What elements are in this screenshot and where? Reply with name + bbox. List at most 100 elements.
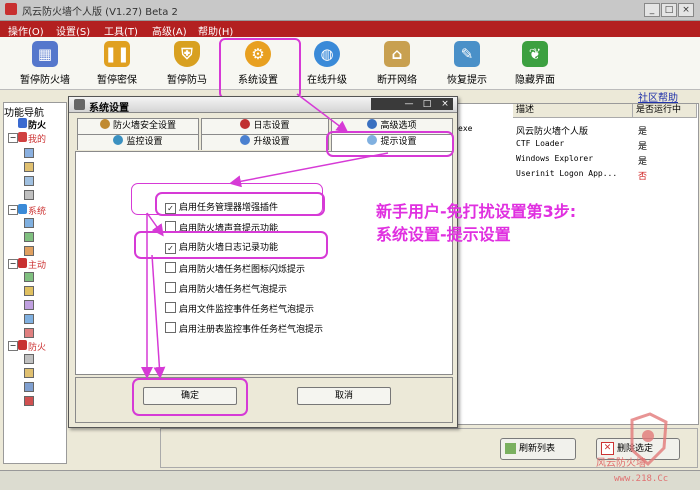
- checkbox-unchecked[interactable]: [165, 282, 176, 293]
- nav-node-active[interactable]: 主动: [28, 258, 46, 271]
- watermark-text: 风云防火墙: [596, 458, 646, 469]
- nav-leaf-icon[interactable]: [24, 246, 34, 256]
- list-cell-running: 是: [638, 127, 648, 137]
- app-logo-icon: [5, 3, 17, 15]
- nav-leaf-icon[interactable]: [24, 218, 34, 228]
- nav-leaf-icon[interactable]: [24, 176, 34, 186]
- pause-password-button[interactable]: ❚❚ 暂停密保: [82, 41, 152, 87]
- nav-node-system[interactable]: 系统: [28, 204, 46, 217]
- menu-tools[interactable]: 工具(T): [104, 23, 138, 38]
- tab-upgrade-settings[interactable]: 升级设置: [201, 134, 329, 150]
- hide-interface-button[interactable]: ❦ 隐藏界面: [500, 41, 570, 87]
- nav-node-icon: [18, 340, 27, 350]
- nav-leaf-icon[interactable]: [24, 162, 34, 172]
- dialog-maximize-button[interactable]: □: [419, 98, 435, 110]
- annotation-line-1: 新手用户-免打扰设置第3步:: [376, 202, 577, 221]
- restore-icon: ✎: [454, 41, 480, 67]
- title-bar: 风云防火墙个人版 (V1.27) Beta 2 _ □ ×: [0, 0, 700, 21]
- checkbox-unchecked[interactable]: [165, 262, 176, 273]
- status-bar: [0, 470, 700, 490]
- nav-title: 功能导航: [4, 108, 44, 119]
- nav-node-icon: [18, 258, 27, 268]
- list-cell-running: 否: [638, 172, 648, 182]
- column-header-running[interactable]: 是否运行中: [633, 104, 697, 118]
- option-tray-balloon[interactable]: 启用防火墙任务栏气泡提示: [165, 282, 287, 295]
- menu-advanced[interactable]: 高级(A): [152, 23, 187, 38]
- window-title: 风云防火墙个人版 (V1.27) Beta 2: [22, 7, 178, 18]
- nav-leaf-icon[interactable]: [24, 148, 34, 158]
- nav-leaf-icon[interactable]: [24, 328, 34, 338]
- community-help-link[interactable]: 社区帮助: [638, 89, 678, 104]
- tab-icon: [99, 119, 110, 129]
- refresh-icon: [505, 443, 516, 454]
- online-upgrade-button[interactable]: ◍ 在线升级: [292, 41, 362, 87]
- tab-firewall-security[interactable]: 防火墙安全设置: [77, 118, 199, 134]
- list-cell-file: exe: [458, 124, 473, 133]
- menu-operate[interactable]: 操作(O): [8, 23, 44, 38]
- nav-leaf-icon[interactable]: [24, 396, 34, 406]
- tab-icon: [240, 119, 251, 129]
- nav-leaf-icon[interactable]: [24, 354, 34, 364]
- nav-leaf-icon[interactable]: [24, 286, 34, 296]
- option-registry-monitor-balloon[interactable]: 启用注册表监控事件任务栏气泡提示: [165, 322, 323, 335]
- leaf-icon: ❦: [522, 41, 548, 67]
- option-file-monitor-balloon[interactable]: 启用文件监控事件任务栏气泡提示: [165, 302, 314, 315]
- prompt-settings-highlight: [326, 131, 454, 157]
- option-tray-icon-flash[interactable]: 启用防火墙任务栏图标闪烁提示: [165, 262, 305, 275]
- watermark-url: www.218.Cc: [614, 474, 669, 484]
- globe-icon: ◍: [314, 41, 340, 67]
- network-icon: ⌂: [384, 41, 410, 67]
- nav-leaf-icon[interactable]: [24, 190, 34, 200]
- column-header-description[interactable]: 描述: [513, 104, 633, 118]
- shield-icon: ⛨: [174, 41, 200, 67]
- tutorial-annotation: 新手用户-免打扰设置第3步: 系统设置-提示设置: [376, 200, 576, 246]
- nav-panel: [3, 102, 67, 464]
- tab-icon: [113, 135, 124, 145]
- dialog-minimize-button[interactable]: —: [401, 98, 417, 110]
- list-cell-desc: Userinit Logon App...: [516, 169, 618, 178]
- toolbar: ▦ 暂停防火墙 ❚❚ 暂停密保 ⛨ 暂停防马 ⚙ 系统设置 ◍ 在线升级 ⌂ 断…: [0, 37, 700, 90]
- close-button[interactable]: ×: [678, 3, 694, 17]
- nav-node-firewall[interactable]: 防火: [28, 118, 46, 131]
- tree-expand-icon[interactable]: −: [8, 341, 18, 351]
- minimize-button[interactable]: _: [644, 3, 660, 17]
- nav-node-mine[interactable]: 我的: [28, 132, 46, 145]
- tree-expand-icon[interactable]: −: [8, 259, 18, 269]
- nav-leaf-icon[interactable]: [24, 232, 34, 242]
- restore-tips-button[interactable]: ✎ 恢复提示: [432, 41, 502, 87]
- tab-log-settings[interactable]: 日志设置: [201, 118, 329, 134]
- menu-settings[interactable]: 设置(S): [56, 23, 90, 38]
- nav-leaf-icon[interactable]: [24, 314, 34, 324]
- dialog-title: 系统设置: [89, 103, 129, 114]
- checkbox-unchecked[interactable]: [165, 302, 176, 313]
- cancel-button[interactable]: 取消: [297, 387, 391, 405]
- pause-trojan-button[interactable]: ⛨ 暂停防马: [152, 41, 222, 87]
- process-list: [452, 103, 699, 425]
- system-settings-highlight: [219, 38, 301, 99]
- dialog-controls: — □ ×: [371, 98, 453, 110]
- menu-help[interactable]: 帮助(H): [198, 23, 233, 38]
- tab-icon: [367, 119, 378, 129]
- list-cell-desc: CTF Loader: [516, 139, 565, 148]
- pause-firewall-button[interactable]: ▦ 暂停防火墙: [10, 41, 80, 87]
- maximize-button[interactable]: □: [661, 3, 677, 17]
- dialog-close-button[interactable]: ×: [437, 98, 453, 110]
- main-window: 风云防火墙个人版 (V1.27) Beta 2 _ □ × 操作(O) 设置(S…: [0, 0, 700, 490]
- ok-button-highlight: [132, 378, 248, 416]
- nav-leaf-icon[interactable]: [24, 300, 34, 310]
- checkbox-unchecked[interactable]: [165, 322, 176, 333]
- nav-leaf-icon[interactable]: [24, 368, 34, 378]
- refresh-list-button[interactable]: 刷新列表: [500, 438, 576, 460]
- dialog-icon: [74, 99, 85, 110]
- tree-expand-icon[interactable]: −: [8, 133, 18, 143]
- nav-leaf-icon[interactable]: [24, 382, 34, 392]
- nav-node-firewall-2[interactable]: 防火: [28, 340, 46, 353]
- tree-expand-icon[interactable]: −: [8, 205, 18, 215]
- annotation-line-2: 系统设置-提示设置: [376, 225, 511, 244]
- disconnect-network-button[interactable]: ⌂ 断开网络: [362, 41, 432, 87]
- tab-monitor-settings[interactable]: 监控设置: [77, 134, 199, 150]
- nav-node-icon: [18, 204, 27, 214]
- nav-leaf-icon[interactable]: [24, 272, 34, 282]
- tab-icon: [240, 135, 251, 145]
- list-cell-running: 是: [638, 142, 648, 152]
